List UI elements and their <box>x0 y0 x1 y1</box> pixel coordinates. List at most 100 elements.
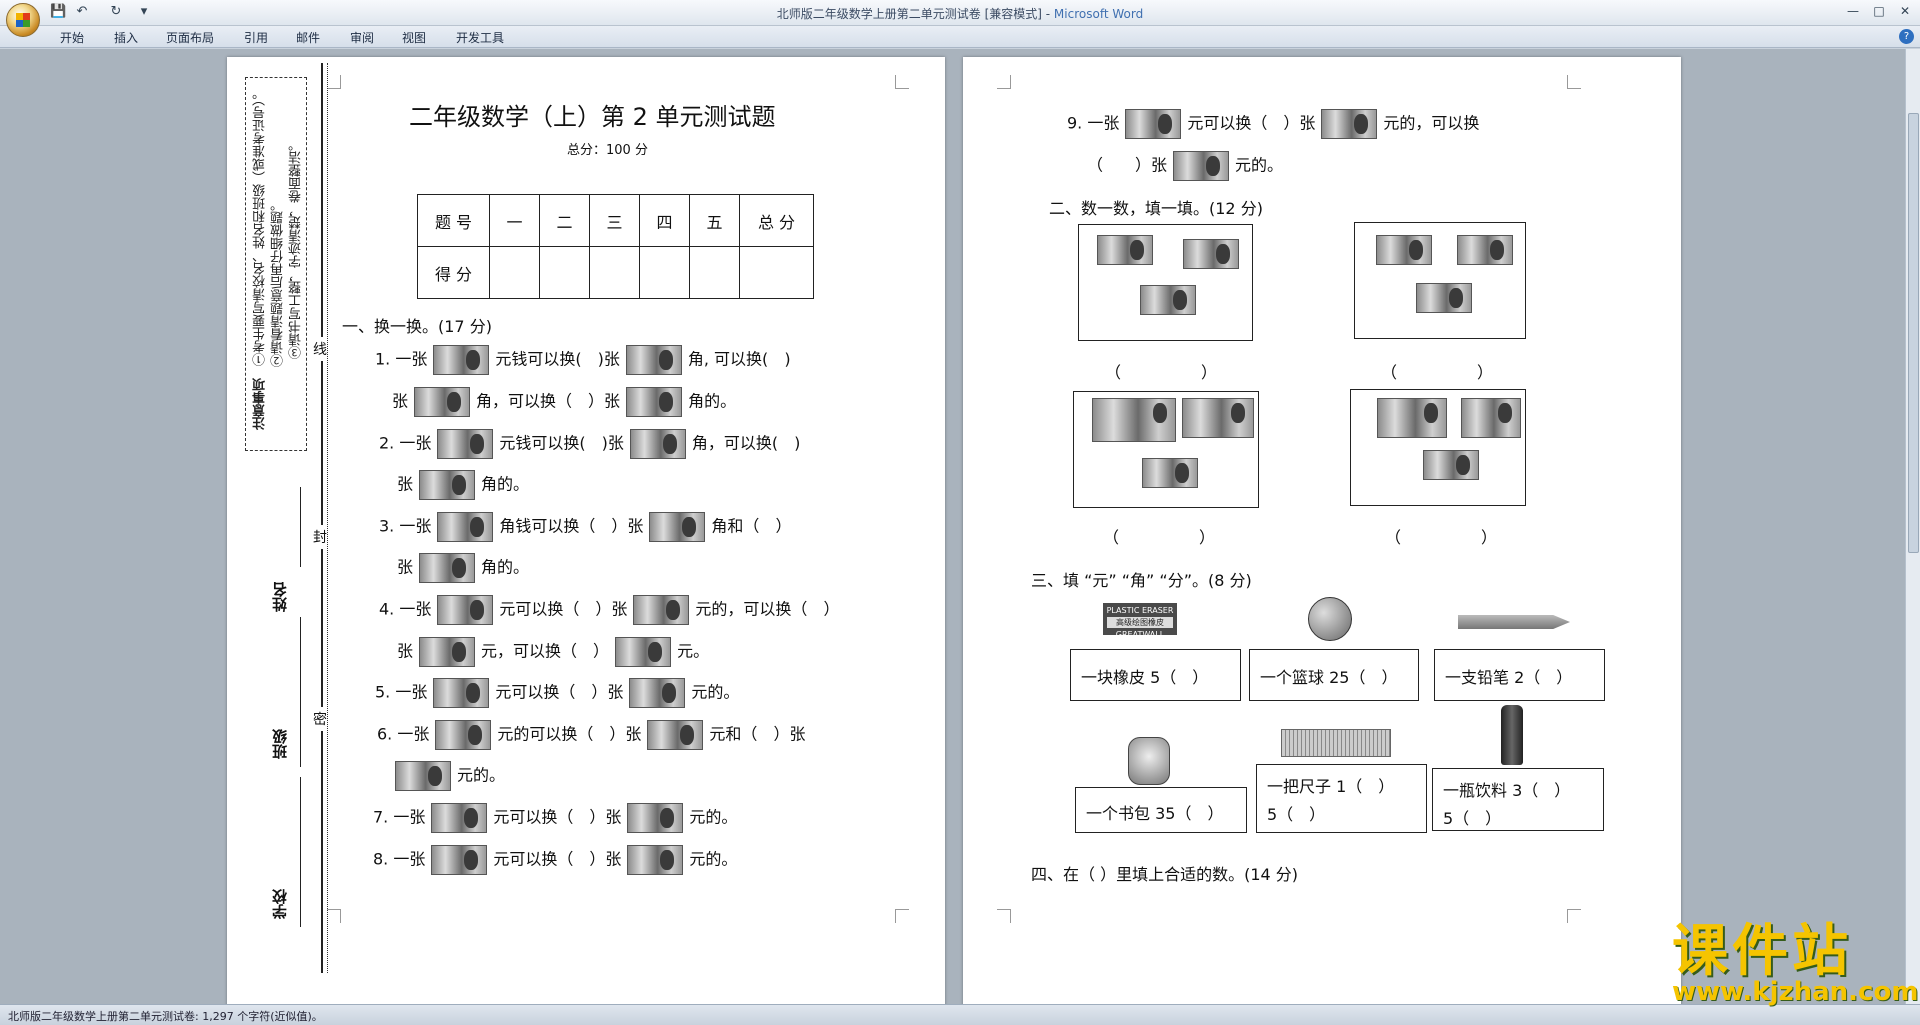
total-score: 总分：100 分 <box>567 143 648 158</box>
question-line: 9. 一张 元可以换（ ）张 元的，可以换 <box>1067 109 1479 139</box>
table-row-label[interactable]: 得 分 <box>417 246 490 299</box>
table-header-cell[interactable]: 三 <box>589 194 640 247</box>
q-text: 元可以换（ <box>493 807 574 827</box>
corner-mark <box>1567 909 1581 923</box>
question-line: 4. 一张 元可以换（ ）张 元的，可以换（ ） <box>379 595 839 625</box>
item-text: 5（ ） <box>1443 809 1502 828</box>
q-text: 元的。 <box>1235 155 1284 175</box>
banknote-image <box>1377 398 1447 438</box>
question-line: 5. 一张 元可以换（ ）张 元的。 <box>375 678 739 708</box>
table-cell[interactable] <box>539 246 590 299</box>
answer-blank[interactable]: （ ） <box>1381 359 1493 383</box>
q-text: ） <box>593 641 610 661</box>
banknote-image <box>625 345 682 375</box>
q-text: 3. 一张 <box>379 516 432 536</box>
tab-references[interactable]: 引用 <box>244 29 268 46</box>
notice-line-1: ①考生要写清校名、姓名和班级（或准考证号）。 <box>253 86 268 367</box>
q-text: ) <box>784 349 791 369</box>
banknote-image <box>414 387 471 417</box>
class-field-line <box>300 617 301 767</box>
eraser-label: PLASTIC ERASER <box>1106 606 1174 615</box>
banknote-image <box>1182 398 1254 438</box>
banknote-image <box>437 429 494 459</box>
answer-blank[interactable]: （ ） <box>1103 524 1215 548</box>
banknote-image <box>419 637 476 667</box>
help-icon[interactable]: ? <box>1899 29 1914 44</box>
q-text: 角，可以换( <box>691 433 779 453</box>
basketball-image <box>1308 597 1352 641</box>
tab-page-layout[interactable]: 页面布局 <box>166 29 214 46</box>
score-table-row: 得 分 <box>417 246 814 299</box>
money-group-frame <box>1350 389 1526 506</box>
document-area: 注意事项 ①考生要写清校名、姓名和班级（或准考证号）。 ②请看清题意后再仔细做题… <box>0 49 1905 1004</box>
banknote-image <box>1092 398 1176 442</box>
table-cell[interactable] <box>739 246 814 299</box>
q-text: 角和（ <box>711 516 760 536</box>
close-icon[interactable]: ✕ <box>1892 2 1918 20</box>
q-text: 9. 一张 <box>1067 113 1120 133</box>
q-text: 4. 一张 <box>379 599 432 619</box>
item-box: 一瓶饮料 3（ ） 5（ ） <box>1432 768 1604 831</box>
page-1: 注意事项 ①考生要写清校名、姓名和班级（或准考证号）。 ②请看清题意后再仔细做题… <box>227 57 945 1004</box>
item-text: 一个篮球 25（ ） <box>1260 668 1398 687</box>
q-text: ）张 <box>589 849 622 869</box>
banknote-image <box>629 678 686 708</box>
question-line: 1. 一张 元钱可以换( )张 角, 可以换( ) <box>375 345 791 375</box>
blank-close: ） <box>1477 363 1494 382</box>
table-header-cell[interactable]: 总 分 <box>739 194 814 247</box>
table-cell[interactable] <box>689 246 740 299</box>
section-3-heading: 三、填 “元” “角” “分”。(8 分) <box>1031 571 1252 590</box>
answer-blank[interactable]: （ ） <box>1105 359 1217 383</box>
minimize-icon[interactable]: — <box>1840 2 1866 20</box>
q-text: 角的。 <box>481 557 530 577</box>
tab-mailings[interactable]: 邮件 <box>296 29 320 46</box>
table-cell[interactable] <box>489 246 540 299</box>
banknote-image <box>1423 450 1479 480</box>
tab-home[interactable]: 开始 <box>60 29 84 46</box>
tab-review[interactable]: 审阅 <box>350 29 374 46</box>
banknote-image <box>435 720 492 750</box>
table-cell[interactable] <box>639 246 690 299</box>
q-text: （ <box>1087 155 1104 175</box>
table-header-cell[interactable]: 四 <box>639 194 690 247</box>
tab-view[interactable]: 视图 <box>402 29 426 46</box>
table-header-cell[interactable]: 五 <box>689 194 740 247</box>
q-text: 角，可以换（ <box>476 391 573 411</box>
office-button[interactable] <box>6 3 40 37</box>
money-group-frame <box>1078 224 1253 341</box>
table-header-cell[interactable]: 题 号 <box>417 194 490 247</box>
table-header-cell[interactable]: 二 <box>539 194 590 247</box>
question-line: 2. 一张 元钱可以换( )张 角，可以换( ) <box>379 429 800 459</box>
blank-close: ） <box>1201 363 1218 382</box>
q-text: ）张 <box>1135 155 1168 175</box>
section-1-heading: 一、换一换。(17 分) <box>342 317 492 336</box>
q-text: 元可以换（ <box>495 682 576 702</box>
corner-mark <box>327 75 341 89</box>
money-group-frame <box>1354 222 1526 339</box>
tab-developer[interactable]: 开发工具 <box>456 29 504 46</box>
q-text: ）张 <box>589 807 622 827</box>
table-cell[interactable] <box>589 246 640 299</box>
name-field-label: 姓名 <box>271 582 289 612</box>
banknote-image <box>1140 285 1196 315</box>
maximize-icon[interactable]: □ <box>1866 2 1892 20</box>
corner-mark <box>1567 75 1581 89</box>
q-text: 1. 一张 <box>375 349 428 369</box>
q-text: 8. 一张 <box>373 849 426 869</box>
binding-dotted-line <box>327 63 328 973</box>
q-text: 7. 一张 <box>373 807 426 827</box>
table-header-cell[interactable]: 一 <box>489 194 540 247</box>
scrollbar-thumb[interactable] <box>1908 113 1919 553</box>
corner-mark <box>327 909 341 923</box>
q-text: 元的。 <box>689 807 738 827</box>
banknote-image <box>649 512 706 542</box>
window-title: 北师版二年级数学上册第二单元测试卷 [兼容模式] - Microsoft Wor… <box>0 5 1920 22</box>
banknote-image <box>431 803 488 833</box>
item-box: 一把尺子 1（ ） 5（ ） <box>1256 764 1427 833</box>
name-field-line <box>300 487 301 567</box>
vertical-scrollbar[interactable] <box>1905 49 1920 1004</box>
pencil-image <box>1458 615 1570 629</box>
notice-line-3: ③请书写工整，字迹清楚，卷面整洁。 <box>289 138 304 359</box>
tab-insert[interactable]: 插入 <box>114 29 138 46</box>
answer-blank[interactable]: （ ） <box>1385 524 1497 548</box>
